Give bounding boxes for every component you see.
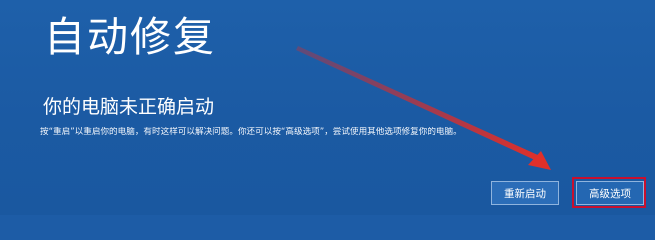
restart-button[interactable]: 重新启动 [491, 181, 559, 205]
recovery-screen: 自动修复 你的电脑未正确启动 按“重启”以重启你的电脑，有时这样可以解决问题。你… [0, 0, 655, 215]
page-title: 自动修复 [44, 13, 216, 61]
status-description: 按“重启”以重启你的电脑，有时这样可以解决问题。你还可以按“高级选项”，尝试使用… [40, 127, 462, 137]
status-heading: 你的电脑未正确启动 [43, 96, 215, 118]
advanced-options-button[interactable]: 高级选项 [576, 181, 644, 205]
